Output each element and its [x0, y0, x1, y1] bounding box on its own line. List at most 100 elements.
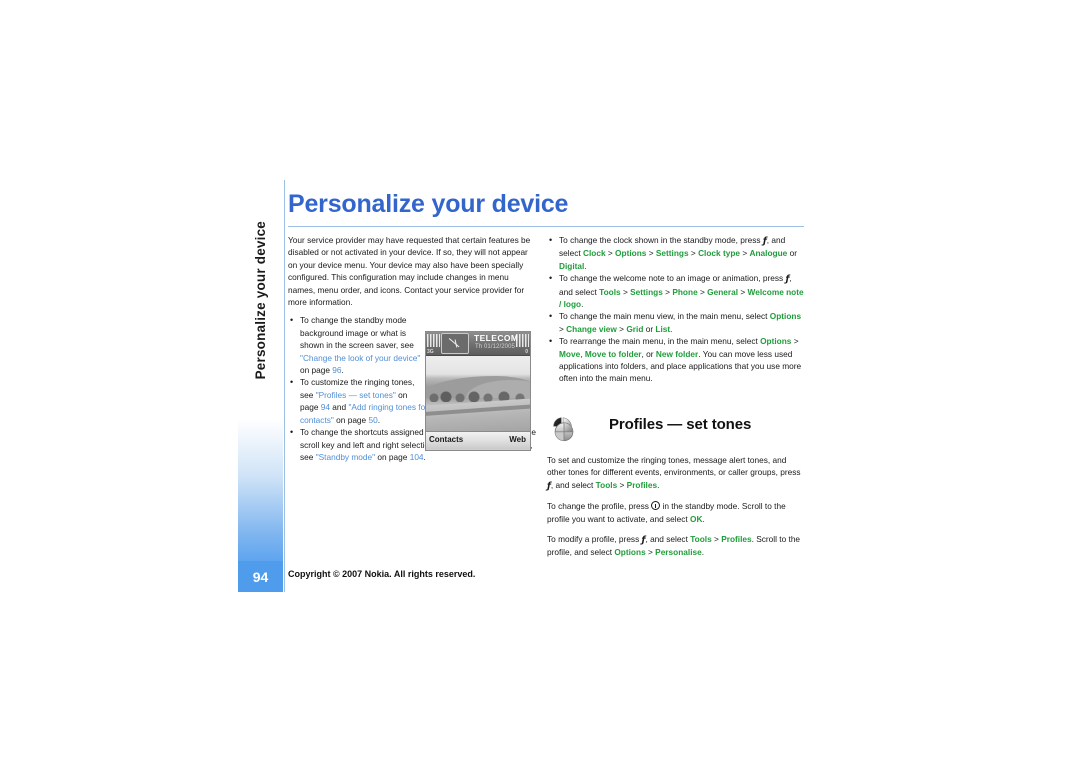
- rb1-text4: .: [584, 260, 587, 271]
- rb1-sep4: >: [740, 248, 750, 259]
- section-heading: Profiles — set tones: [547, 412, 805, 446]
- rb1-sep3: >: [688, 248, 699, 259]
- section-paragraph-1: To set and customize the ringing tones, …: [547, 454, 805, 492]
- phone-screenshot-figure: 3G 0 TELECOM Th 01/12/2005 Contacts Web: [425, 331, 531, 451]
- rb4-menu1[interactable]: Options: [760, 336, 791, 346]
- rb1-menu4[interactable]: Clock type: [698, 248, 740, 258]
- phone-status-bar: 3G 0 TELECOM Th 01/12/2005: [426, 332, 530, 356]
- sp3-text2: , and select: [645, 534, 691, 545]
- network-label: 3G: [427, 349, 434, 355]
- bullet3-link2[interactable]: 104: [410, 452, 424, 462]
- sp2-menu1[interactable]: OK: [690, 514, 702, 524]
- rb2-menu3[interactable]: Phone: [672, 287, 697, 297]
- footer-copyright: Copyright © 2007 Nokia. All rights reser…: [288, 569, 476, 579]
- bullet2-link1[interactable]: "Profiles — set tones": [316, 390, 396, 400]
- right-column: To change the clock shown in the standby…: [547, 233, 805, 385]
- bullet2-text5: .: [377, 414, 381, 425]
- rb2-sep4: >: [738, 286, 748, 297]
- phone-wallpaper: [426, 356, 530, 431]
- list-item: To change the welcome note to an image o…: [547, 272, 805, 310]
- bullet3-text2: on page: [375, 451, 410, 462]
- sp1-menu1[interactable]: Tools: [596, 480, 618, 490]
- section-body: To set and customize the ringing tones, …: [547, 454, 805, 567]
- rb2-menu1[interactable]: Tools: [599, 287, 621, 297]
- document-page: Personalize your device 94 Personalize y…: [0, 0, 1080, 763]
- rb1-menu5[interactable]: Analogue: [750, 248, 788, 258]
- list-item: To rearrange the main menu, in the main …: [547, 335, 805, 385]
- bullet2-link2[interactable]: 94: [321, 402, 330, 412]
- bullet1-link2[interactable]: 96: [332, 365, 341, 375]
- sp1-text2: , and select: [550, 479, 596, 490]
- rb3-menu3[interactable]: Grid: [626, 324, 643, 334]
- bullet1-text3: .: [341, 365, 344, 376]
- rb4-sep1: >: [791, 336, 799, 347]
- list-item: To change the clock shown in the standby…: [547, 233, 805, 272]
- power-key-icon: [651, 501, 661, 511]
- section-paragraph-2: To change the profile, press in the stan…: [547, 500, 805, 525]
- rb1-menu6[interactable]: Digital: [559, 261, 584, 271]
- sp3-text1: To modify a profile, press: [547, 534, 642, 545]
- rb1-menu2[interactable]: Options: [615, 248, 646, 258]
- right-bullet-list: To change the clock shown in the standby…: [547, 233, 805, 385]
- sp1-menu2[interactable]: Profiles: [627, 480, 657, 490]
- rb2-text3: .: [581, 299, 584, 310]
- section-title: Profiles — set tones: [609, 416, 752, 433]
- rb4-text1: To rearrange the main menu, in the main …: [559, 336, 761, 347]
- sp3-menu2[interactable]: Profiles: [721, 534, 751, 544]
- side-tab-label: Personalize your device: [238, 180, 283, 420]
- rb1-sep1: >: [605, 248, 616, 259]
- rb2-sep1: >: [620, 286, 631, 297]
- rb1-menu3[interactable]: Settings: [656, 248, 689, 258]
- battery-label: 0: [525, 349, 528, 355]
- rb2-menu2[interactable]: Settings: [630, 287, 663, 297]
- bullet1-text1: To change the standby mode background im…: [300, 315, 414, 351]
- bullet1-link1[interactable]: "Change the look of your device": [300, 353, 420, 363]
- sp1-text1: To set and customize the ringing tones, …: [547, 455, 801, 478]
- rb3-text2: or: [643, 323, 656, 334]
- page-number-badge: 94: [238, 561, 283, 592]
- rb1-menu1[interactable]: Clock: [583, 248, 606, 258]
- rb3-text3: .: [670, 323, 673, 334]
- rb3-menu1[interactable]: Options: [770, 311, 801, 321]
- bullet1-text2: on page: [300, 365, 333, 376]
- bullet2-text4: on page: [333, 414, 369, 425]
- sp3-text4: .: [701, 547, 705, 558]
- menu-key-icon: ƒ: [785, 274, 790, 285]
- rb2-sep2: >: [662, 286, 673, 297]
- softkey-right-label[interactable]: Web: [509, 435, 526, 444]
- vertical-divider: [284, 180, 285, 592]
- rb3-text1: To change the main menu view, in the mai…: [559, 311, 770, 322]
- phone-softkey-bar: Contacts Web: [426, 431, 530, 449]
- profiles-icon: [553, 417, 574, 442]
- rb4-menu2[interactable]: Move: [559, 349, 580, 359]
- bullet2-link4[interactable]: 50: [368, 415, 377, 425]
- rb4-menu3[interactable]: Move to folder: [585, 349, 642, 359]
- sp3-menu3[interactable]: Options: [614, 547, 645, 557]
- menu-key-icon: ƒ: [762, 236, 767, 247]
- rb2-sep3: >: [697, 286, 708, 297]
- menu-key-icon: ƒ: [547, 481, 551, 492]
- softkey-left-label[interactable]: Contacts: [429, 435, 463, 444]
- rb3-sep2: >: [616, 323, 627, 334]
- rb4-text3: , or: [641, 348, 656, 359]
- side-tab-label-text: Personalize your device: [253, 220, 268, 380]
- page-number: 94: [252, 568, 269, 585]
- menu-key-icon: ƒ: [641, 535, 646, 546]
- title-divider: [288, 226, 804, 227]
- sp3-menu1[interactable]: Tools: [690, 534, 712, 544]
- rb2-menu4[interactable]: General: [707, 287, 738, 297]
- analogue-clock-icon: [441, 333, 469, 354]
- date-stamp: Th 01/12/2005: [475, 344, 515, 350]
- bullet3-text3: .: [423, 451, 426, 462]
- rb4-menu4[interactable]: New folder: [656, 349, 698, 359]
- list-item: To change the main menu view, in the mai…: [547, 310, 805, 335]
- sp3-menu4[interactable]: Personalise: [655, 547, 702, 557]
- bullet3-link1[interactable]: "Standby mode": [316, 452, 375, 462]
- sp2-text1: To change the profile, press: [547, 501, 652, 512]
- bullet2-text3: and: [330, 402, 349, 413]
- sp3-sep2: >: [645, 547, 656, 558]
- sp1-text3: .: [657, 479, 660, 490]
- operator-name: TELECOM: [474, 333, 519, 343]
- rb3-menu2[interactable]: Change view: [566, 324, 617, 334]
- rb3-menu4[interactable]: List: [655, 324, 670, 334]
